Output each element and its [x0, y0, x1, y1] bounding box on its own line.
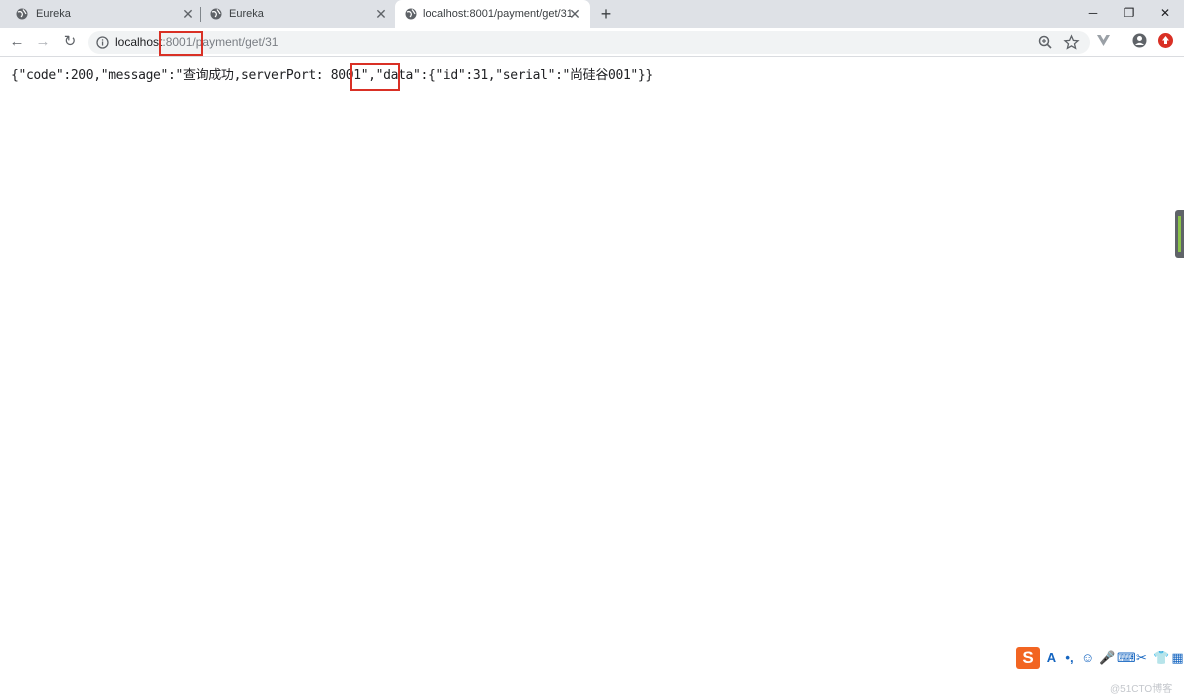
globe-icon	[405, 8, 417, 20]
json-suffix: ","data":{"id":31,"serial":"尚硅谷001"}}	[360, 68, 654, 83]
url-host: localhost	[115, 35, 163, 49]
info-icon[interactable]	[96, 36, 109, 49]
vue-devtools-icon[interactable]	[1095, 32, 1112, 49]
tab-title: Eureka	[36, 8, 71, 20]
close-tab-icon[interactable]: ✕	[567, 6, 583, 22]
url-port-highlight	[159, 31, 203, 56]
skin-icon[interactable]: 👕	[1153, 650, 1169, 666]
scissors-icon[interactable]: ✂	[1135, 650, 1148, 666]
watermark: @51CTO博客	[1110, 684, 1173, 695]
json-prefix: {"code":200,"message":"查询成功,serverPort:	[11, 68, 331, 83]
sogou-logo-icon[interactable]: S	[1016, 646, 1040, 669]
minimize-button[interactable]: ─	[1075, 0, 1111, 26]
microphone-icon[interactable]: 🎤	[1099, 650, 1115, 666]
new-tab-button[interactable]: +	[596, 4, 616, 24]
page-content: {"code":200,"message":"查询成功,serverPort: …	[0, 58, 1184, 700]
side-panel-handle[interactable]	[1175, 210, 1184, 258]
ime-mode-icon[interactable]: A	[1045, 650, 1058, 665]
window-close-button[interactable]: ✕	[1147, 0, 1183, 26]
profile-icon[interactable]	[1131, 32, 1148, 49]
maximize-button[interactable]: ❐	[1111, 0, 1147, 26]
keyboard-icon[interactable]: ⌨	[1117, 650, 1136, 666]
tab-title: Eureka	[229, 8, 264, 20]
reload-icon[interactable]: ↻	[60, 32, 80, 52]
close-tab-icon[interactable]: ✕	[180, 6, 196, 22]
back-arrow-icon[interactable]: ←	[7, 32, 27, 52]
toolbox-icon[interactable]: ▦	[1171, 650, 1184, 666]
zoom-icon[interactable]	[1037, 34, 1054, 51]
globe-icon	[210, 8, 222, 20]
tab-title: localhost:8001/payment/get/31	[423, 8, 573, 20]
adblock-icon[interactable]	[1157, 32, 1174, 49]
json-response: {"code":200,"message":"查询成功,serverPort: …	[11, 68, 653, 84]
tab-eureka-2[interactable]: Eureka ✕	[200, 0, 395, 28]
globe-icon	[16, 8, 28, 20]
tab-strip: Eureka ✕ Eureka ✕ localhost:8001/payment…	[0, 0, 1184, 28]
tab-active-payment[interactable]: localhost:8001/payment/get/31 ✕	[395, 0, 590, 28]
emoji-icon[interactable]: ☺	[1081, 650, 1094, 665]
ime-toolbar: S A •, ☺ 🎤 ⌨ ✂ 👕 ▦	[1016, 645, 1184, 670]
punctuation-icon[interactable]: •,	[1063, 650, 1076, 665]
tab-eureka-1[interactable]: Eureka ✕	[0, 0, 200, 28]
bookmark-star-icon[interactable]	[1063, 34, 1080, 51]
forward-arrow-icon[interactable]: →	[33, 32, 53, 52]
close-tab-icon[interactable]: ✕	[373, 6, 389, 22]
response-port-highlight	[350, 63, 400, 91]
address-bar[interactable]: localhost:8001/payment/get/31	[88, 31, 1090, 54]
